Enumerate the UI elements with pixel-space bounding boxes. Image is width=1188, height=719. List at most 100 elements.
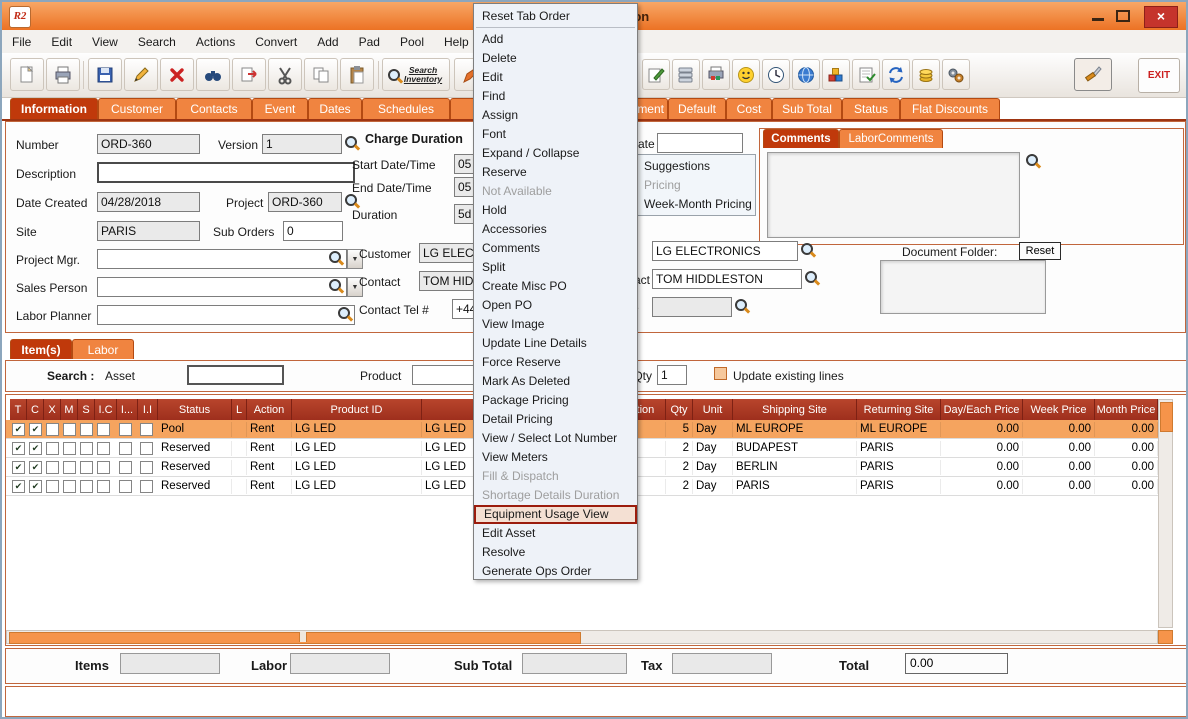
save-icon[interactable] [88,58,122,91]
site-lookup-field[interactable] [652,297,732,317]
menu-item-view-image[interactable]: View Image [474,315,637,334]
row-checkbox[interactable] [63,480,76,493]
tab-flat-discounts[interactable]: Flat Discounts [900,98,1000,119]
maximize-icon[interactable] [1116,10,1130,22]
menu-item-view-select-lot-number[interactable]: View / Select Lot Number [474,429,637,448]
tab-contacts[interactable]: Contacts [176,98,252,119]
row-checkbox[interactable] [80,442,93,455]
column-header[interactable]: X [44,399,61,420]
exit-button[interactable]: EXIT [1138,58,1180,93]
vertical-scrollbar-thumb[interactable] [1160,402,1173,432]
menu-convert[interactable]: Convert [245,35,307,49]
smiley-icon[interactable] [732,59,760,90]
menu-item-reserve[interactable]: Reserve [474,163,637,182]
menu-item-comments[interactable]: Comments [474,239,637,258]
column-header[interactable]: T [10,399,27,420]
menu-item-delete[interactable]: Delete [474,49,637,68]
column-header[interactable]: Qty [666,399,693,420]
close-icon[interactable]: × [1144,6,1178,28]
column-header[interactable]: I.I [138,399,158,420]
qty-input[interactable]: 1 [657,365,687,385]
tab-labor-comments[interactable]: LaborComments [839,129,943,148]
due-date-field[interactable] [657,133,743,153]
menu-item-create-misc-po[interactable]: Create Misc PO [474,277,637,296]
edit-pencil-icon[interactable] [124,58,158,91]
menu-item-reset-tab-order[interactable]: Reset Tab Order [474,7,637,26]
site-field[interactable]: PARIS [97,221,200,241]
gears-icon[interactable] [942,59,970,90]
tab-sub-total[interactable]: Sub Total [772,98,842,119]
row-checkbox[interactable] [80,423,93,436]
row-checkbox[interactable] [46,423,59,436]
note-edit-icon[interactable] [642,59,670,90]
horizontal-scrollbar[interactable] [6,630,1158,644]
menu-item-add[interactable]: Add [474,30,637,49]
labor-planner-field[interactable] [97,305,355,325]
row-checkbox[interactable]: ✔ [29,442,42,455]
row-checkbox[interactable] [97,480,110,493]
convert-document-icon[interactable] [232,58,266,91]
column-header[interactable]: Day/Each Price [941,399,1023,420]
menu-item-update-line-details[interactable]: Update Line Details [474,334,637,353]
sales-person-field[interactable] [97,277,347,297]
asset-input[interactable] [187,365,284,385]
menu-add[interactable]: Add [307,35,348,49]
row-checkbox[interactable]: ✔ [29,480,42,493]
row-checkbox[interactable] [119,423,132,436]
menu-item-find[interactable]: Find [474,87,637,106]
column-header[interactable]: Unit [693,399,733,420]
column-header[interactable]: M [61,399,78,420]
update-existing-checkbox[interactable] [714,367,727,380]
row-checkbox[interactable] [140,423,153,436]
project-mgr-field[interactable] [97,249,347,269]
menu-item-edit[interactable]: Edit [474,68,637,87]
tab-customer[interactable]: Customer [98,98,176,119]
column-header[interactable]: Shipping Site [733,399,857,420]
menu-search[interactable]: Search [128,35,186,49]
globe-icon[interactable] [792,59,820,90]
reset-button[interactable]: Reset [1019,242,1061,260]
search-icon[interactable] [345,136,360,151]
menu-item-detail-pricing[interactable]: Detail Pricing [474,410,637,429]
cards-icon[interactable] [672,59,700,90]
tab-status[interactable]: Status [842,98,900,119]
row-checkbox[interactable] [63,461,76,474]
cubes-icon[interactable] [822,59,850,90]
row-checkbox[interactable] [80,480,93,493]
search-icon[interactable] [805,271,820,286]
menu-view[interactable]: View [82,35,128,49]
column-header[interactable]: C [27,399,44,420]
row-checkbox[interactable] [63,423,76,436]
contact-lookup-field[interactable]: TOM HIDDLESTON [652,269,802,289]
menu-item-generate-ops-order[interactable]: Generate Ops Order [474,562,637,581]
row-checkbox[interactable] [140,461,153,474]
column-header[interactable]: Week Price [1023,399,1095,420]
tab-schedules[interactable]: Schedules [362,98,450,119]
menu-item-hold[interactable]: Hold [474,201,637,220]
search-icon[interactable] [1026,154,1041,169]
row-checkbox[interactable] [140,442,153,455]
coins-icon[interactable] [912,59,940,90]
menu-help[interactable]: Help [434,35,479,49]
column-header[interactable]: Month Price [1095,399,1158,420]
row-checkbox[interactable] [97,442,110,455]
row-checkbox[interactable]: ✔ [29,423,42,436]
project-field[interactable]: ORD-360 [268,192,342,212]
sub-orders-field[interactable]: 0 [283,221,343,241]
row-checkbox[interactable] [119,480,132,493]
menu-item-package-pricing[interactable]: Package Pricing [474,391,637,410]
search-icon[interactable] [735,299,750,314]
tab-comments[interactable]: Comments [763,129,839,148]
tab-default[interactable]: Default [668,98,726,119]
description-field[interactable] [97,162,355,183]
menu-item-view-meters[interactable]: View Meters [474,448,637,467]
copy-icon[interactable] [304,58,338,91]
print-labels-icon[interactable] [702,59,730,90]
version-field[interactable]: 1 [262,134,342,154]
comments-textarea[interactable] [767,152,1020,238]
row-checkbox[interactable]: ✔ [12,461,25,474]
column-header[interactable]: S [78,399,95,420]
search-icon[interactable] [329,251,344,266]
menu-actions[interactable]: Actions [186,35,245,49]
search-icon[interactable] [801,243,816,258]
